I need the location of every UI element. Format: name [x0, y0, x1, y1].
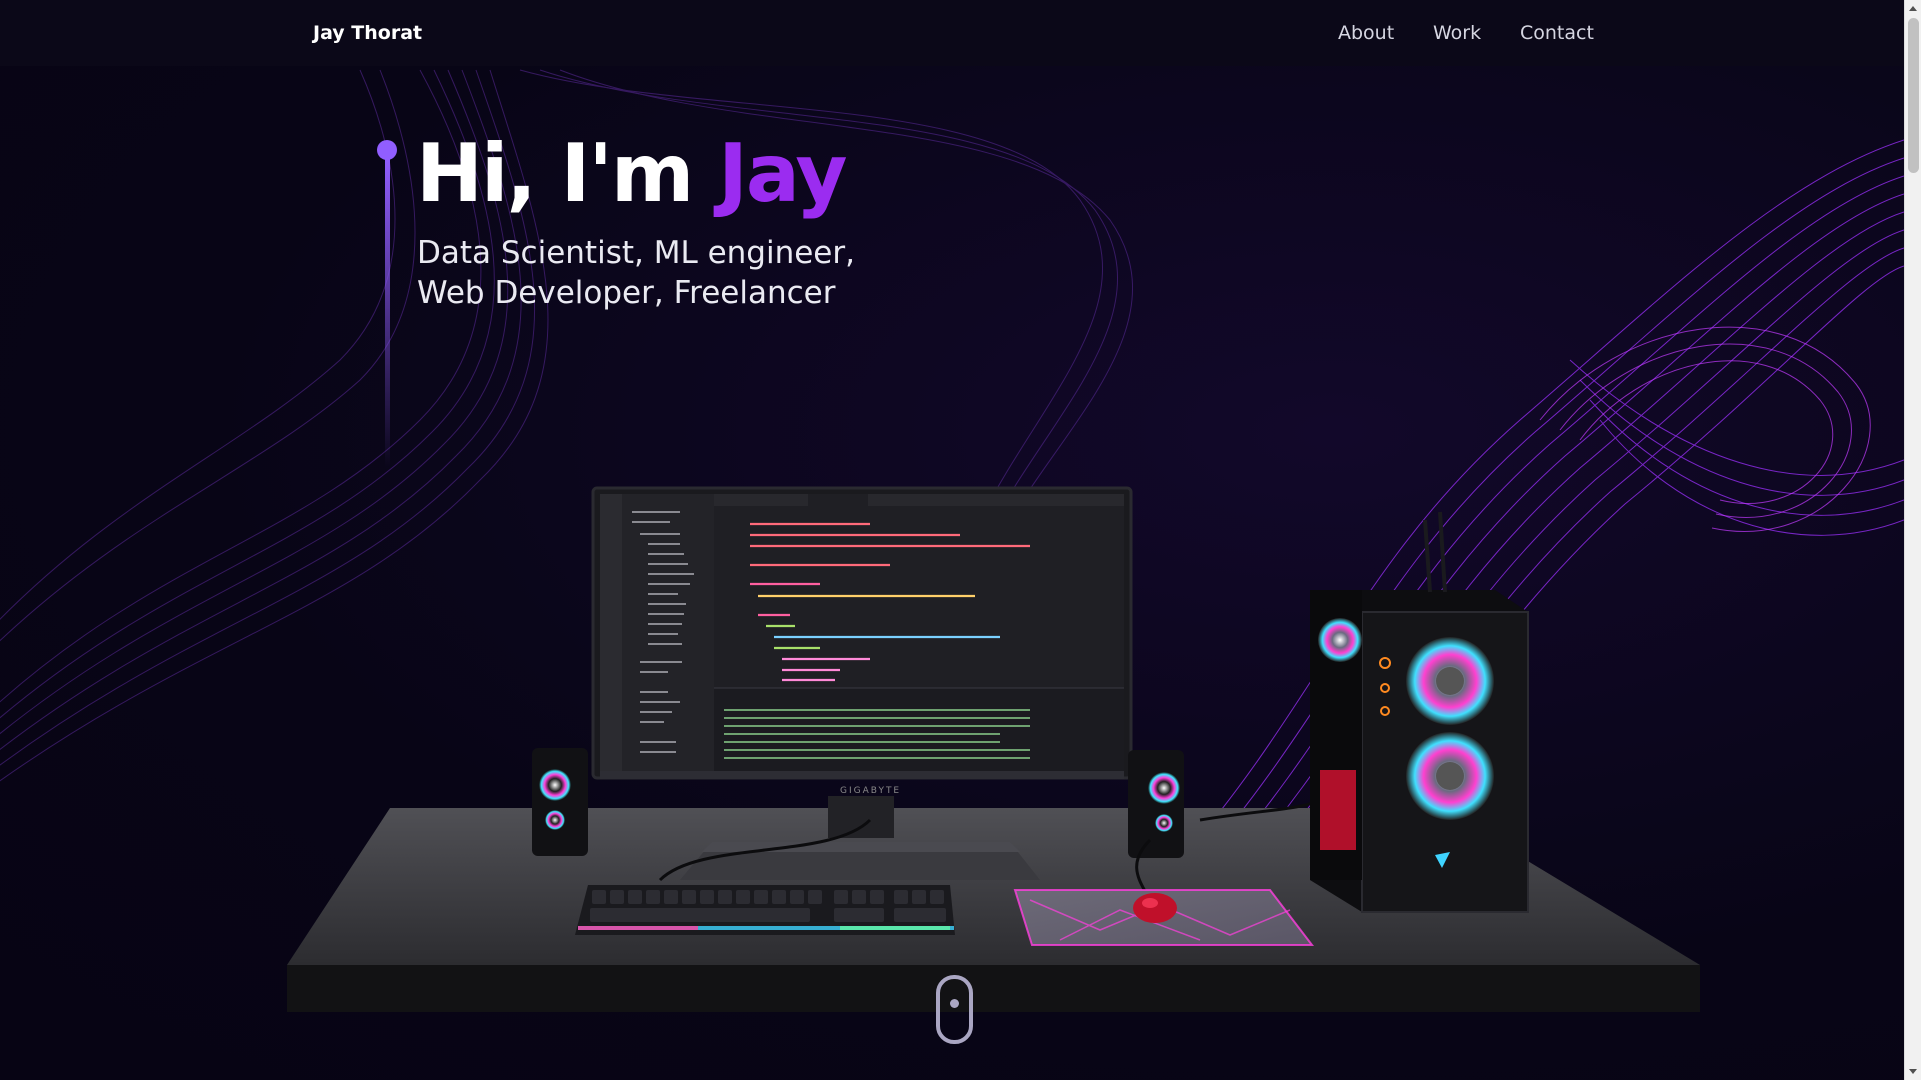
hero-accent-line	[385, 158, 390, 468]
left-speaker	[532, 748, 588, 856]
desktop-scene-3d[interactable]: GIGABYTE	[0, 0, 1904, 1080]
scrollbar-thumb[interactable]	[1908, 18, 1919, 173]
scroll-up-arrow-icon[interactable]	[1909, 6, 1917, 11]
hero-subtitle: Data Scientist, ML engineer, Web Develop…	[417, 233, 937, 313]
brand-logo[interactable]: Jay Thorat	[313, 22, 422, 44]
nav-work-link[interactable]: Work	[1433, 22, 1481, 44]
hero-accent-dot	[377, 140, 397, 160]
nav-contact-link[interactable]: Contact	[1520, 22, 1594, 44]
mouse-pad	[1013, 889, 1315, 946]
keyboard	[575, 885, 955, 935]
hero-subtitle-line1: Data Scientist, ML engineer,	[417, 235, 855, 271]
scroll-down-arrow-icon[interactable]	[1909, 1069, 1917, 1074]
hero-title: Hi, I'm Jay	[416, 126, 848, 222]
scroll-wheel-dot	[950, 999, 959, 1008]
page: Jay Thorat About Work Contact Hi, I'm Ja…	[0, 0, 1904, 1080]
pc-case	[1310, 511, 1529, 913]
hero-greeting: Hi, I'm	[416, 127, 719, 220]
nav-about-link[interactable]: About	[1338, 22, 1394, 44]
top-navbar: Jay Thorat About Work Contact	[0, 0, 1904, 66]
monitor-brand-label: GIGABYTE	[840, 786, 901, 796]
scroll-down-indicator[interactable]	[936, 975, 973, 1044]
hero-subtitle-line2: Web Developer, Freelancer	[417, 275, 836, 311]
hero-name: Jay	[718, 127, 847, 220]
right-speaker	[1128, 750, 1184, 858]
page-scrollbar[interactable]	[1904, 0, 1921, 1080]
